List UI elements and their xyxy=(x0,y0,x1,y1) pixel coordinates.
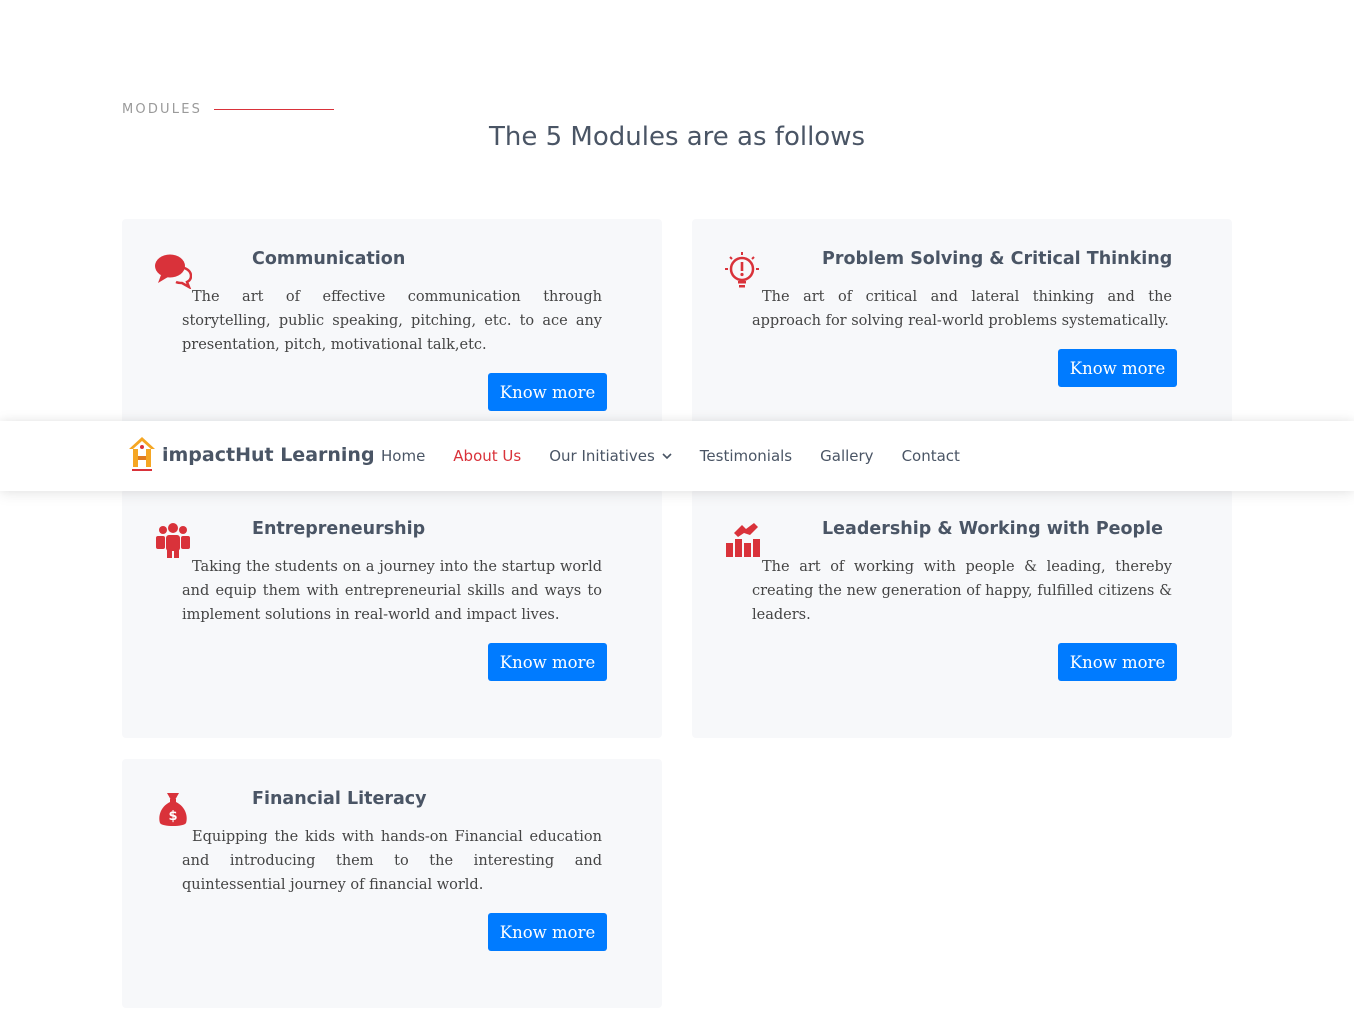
svg-text:$: $ xyxy=(168,809,177,824)
module-description: Equipping the kids with hands-on Financi… xyxy=(182,829,602,893)
module-card-financial-literacy: $ Financial Literacy Equipping the kids … xyxy=(122,759,662,1008)
module-card-entrepreneurship: Entrepreneurship Taking the students on … xyxy=(122,489,662,738)
module-title: Problem Solving & Critical Thinking xyxy=(822,249,1173,269)
section-tag-label: MODULES xyxy=(122,102,203,117)
section-tag: MODULES xyxy=(122,102,335,117)
people-group-icon xyxy=(156,523,190,558)
module-title: Leadership & Working with People xyxy=(822,519,1163,539)
nav-link-gallery[interactable]: Gallery xyxy=(820,447,873,465)
module-title: Financial Literacy xyxy=(252,789,427,809)
module-card-problem-solving: Problem Solving & Critical Thinking The … xyxy=(692,219,1232,429)
money-bag-icon: $ xyxy=(159,793,187,826)
nav-link-about-us[interactable]: About Us xyxy=(453,447,521,465)
chevron-down-icon xyxy=(662,453,672,459)
nav-link-testimonials[interactable]: Testimonials xyxy=(700,447,792,465)
section-heading: The 5 Modules are as follows xyxy=(488,122,866,152)
module-description: The art of effective communication throu… xyxy=(182,289,602,353)
know-more-button[interactable]: Know more xyxy=(488,373,607,411)
module-card-leadership: Leadership & Working with People The art… xyxy=(692,489,1232,738)
module-title: Communication xyxy=(252,249,406,269)
brand-name: impactHut Learning xyxy=(162,444,375,466)
module-description: Taking the students on a journey into th… xyxy=(182,559,602,623)
impacthut-logo-icon xyxy=(129,437,155,471)
nav-menu: Home About Us Our Initiatives Testimonia… xyxy=(381,421,988,491)
module-card-communication: Communication The art of effective commu… xyxy=(122,219,662,429)
nav-link-label: Our Initiatives xyxy=(549,447,655,465)
nav-link-our-initiatives[interactable]: Our Initiatives xyxy=(549,447,672,465)
section-tag-divider xyxy=(214,109,335,110)
module-title: Entrepreneurship xyxy=(252,519,426,539)
lightbulb-exclamation-icon xyxy=(725,252,759,288)
know-more-button[interactable]: Know more xyxy=(1058,349,1177,387)
nav-link-contact[interactable]: Contact xyxy=(902,447,960,465)
handshake-chart-icon xyxy=(726,523,760,557)
brand-link[interactable]: impactHut Learning xyxy=(128,436,375,474)
know-more-button[interactable]: Know more xyxy=(488,913,607,951)
speech-bubbles-icon xyxy=(155,254,192,289)
module-description: The art of working with people & leading… xyxy=(752,559,1172,623)
know-more-button[interactable]: Know more xyxy=(488,643,607,681)
nav-link-home[interactable]: Home xyxy=(381,447,425,465)
know-more-button[interactable]: Know more xyxy=(1058,643,1177,681)
module-description: The art of critical and lateral thinking… xyxy=(752,289,1172,329)
navbar: impactHut Learning Home About Us Our Ini… xyxy=(0,421,1354,491)
